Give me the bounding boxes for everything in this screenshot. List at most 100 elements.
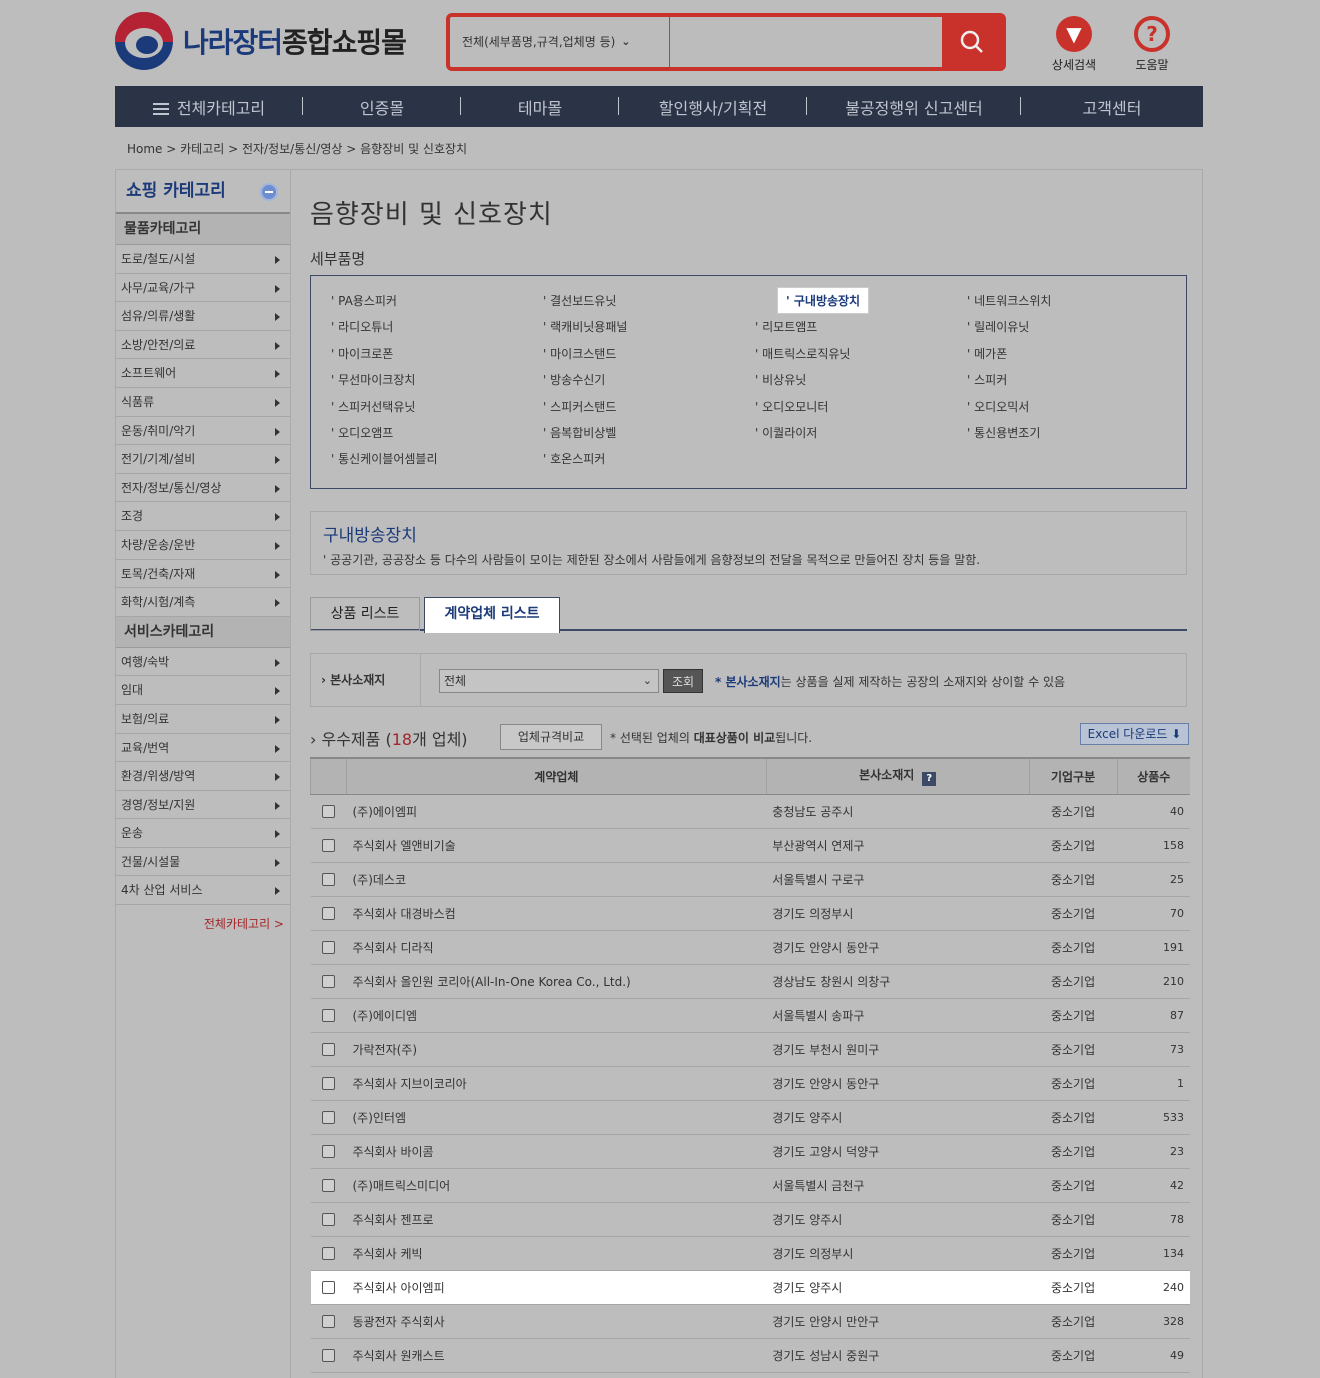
sidebar-item[interactable]: 소프트웨어 <box>116 359 290 388</box>
subcat-link[interactable]: ' 결선보드유닛 <box>543 292 616 309</box>
subcat-link[interactable]: ' 음복합비상벨 <box>543 424 616 441</box>
vendor-name[interactable]: 주식회사 케빅 <box>346 1236 767 1271</box>
sidebar-item[interactable]: 도로/철도/시설 <box>116 245 290 274</box>
all-categories-link[interactable]: 전체카테고리 > <box>116 915 290 932</box>
subcat-link[interactable]: ' 오디오앰프 <box>331 424 393 441</box>
sidebar-item[interactable]: 교육/번역 <box>116 734 290 763</box>
vendor-name[interactable]: 주식회사 지브이코리아 <box>346 1066 767 1101</box>
sidebar-item[interactable]: 4차 산업 서비스 <box>116 876 290 906</box>
nav-all-categories[interactable]: 전체카테고리 <box>115 95 303 119</box>
subcat-link[interactable]: ' 오디오모니터 <box>755 398 828 415</box>
row-checkbox[interactable] <box>321 1043 335 1056</box>
row-checkbox[interactable] <box>321 1111 335 1124</box>
lookup-button[interactable]: 조회 <box>663 669 703 693</box>
row-checkbox[interactable] <box>321 1281 335 1294</box>
help-button[interactable]: ? 도움말 <box>1122 16 1182 73</box>
sidebar-item[interactable]: 임대 <box>116 676 290 705</box>
subcat-link[interactable]: ' 메가폰 <box>967 345 1007 362</box>
subcat-link[interactable]: ' PA용스피커 <box>331 292 397 309</box>
vendor-name[interactable]: 주식회사 대경바스컴 <box>346 896 767 931</box>
subcat-link[interactable]: ' 마이크로폰 <box>331 345 393 362</box>
vendor-name[interactable]: 주식회사 바이콤 <box>346 1134 767 1169</box>
nav-theme-mall[interactable]: 테마몰 <box>461 95 619 119</box>
collapse-icon[interactable] <box>260 183 278 201</box>
sidebar-item[interactable]: 전자/정보/통신/영상 <box>116 474 290 503</box>
search-input[interactable] <box>670 17 942 67</box>
tab-product-list[interactable]: 상품 리스트 <box>310 597 420 631</box>
subcat-link[interactable]: ' 스피커 <box>967 371 1007 388</box>
sidebar-item[interactable]: 섬유/의류/생활 <box>116 302 290 331</box>
vendor-name[interactable]: 주식회사 원캐스트 <box>346 1338 767 1373</box>
vendor-name[interactable]: (주)매트릭스미디어 <box>346 1168 767 1203</box>
nav-customer-center[interactable]: 고객센터 <box>1021 95 1203 119</box>
sidebar-item[interactable]: 소방/안전/의료 <box>116 331 290 360</box>
subcat-link[interactable]: ' 이퀄라이저 <box>755 424 817 441</box>
row-checkbox[interactable] <box>321 1213 335 1226</box>
subcat-link[interactable]: ' 통신용변조기 <box>967 424 1040 441</box>
subcat-link[interactable]: ' 매트릭스로직유닛 <box>755 345 850 362</box>
subcat-link[interactable]: ' 스피커스탠드 <box>543 398 616 415</box>
vendor-name[interactable]: 주식회사 엘앤비기술 <box>346 828 767 863</box>
sidebar-item[interactable]: 운동/취미/악기 <box>116 417 290 446</box>
search-button[interactable] <box>942 17 1002 67</box>
compare-specs-button[interactable]: 업체규격비교 <box>500 724 602 750</box>
vendor-name[interactable]: (주)데스코 <box>346 862 767 897</box>
help-icon[interactable]: ? <box>922 772 937 787</box>
sidebar-item[interactable]: 사무/교육/가구 <box>116 274 290 303</box>
subcat-link[interactable]: ' 통신케이블어셈블리 <box>331 450 438 467</box>
row-checkbox[interactable] <box>321 1315 335 1328</box>
sidebar-item[interactable]: 조경 <box>116 502 290 531</box>
sidebar-item[interactable]: 토목/건축/자재 <box>116 560 290 589</box>
row-checkbox[interactable] <box>321 1077 335 1090</box>
nav-discount-events[interactable]: 할인행사/기획전 <box>619 95 807 119</box>
row-checkbox[interactable] <box>321 975 335 988</box>
vendor-name[interactable]: 주식회사 디라직 <box>346 930 767 965</box>
vendor-name[interactable]: (주)인터엠 <box>346 1100 767 1135</box>
sidebar-item[interactable]: 환경/위생/방역 <box>116 762 290 791</box>
subcat-link[interactable]: ' 방송수신기 <box>543 371 605 388</box>
row-checkbox[interactable] <box>321 805 335 818</box>
subcat-link[interactable]: ' 랙캐비닛용패널 <box>543 318 627 335</box>
subcat-link[interactable]: ' 라디오튜너 <box>331 318 393 335</box>
row-checkbox[interactable] <box>321 941 335 954</box>
vendor-name[interactable]: (주)에이엠피 <box>346 794 767 829</box>
subcat-link[interactable]: ' 비상유닛 <box>755 371 806 388</box>
subcat-link[interactable]: ' 네트워크스위치 <box>967 292 1051 309</box>
sidebar-item[interactable]: 경영/정보/지원 <box>116 791 290 820</box>
sidebar-item[interactable]: 건물/시설물 <box>116 848 290 877</box>
subcat-link[interactable]: ' 오디오믹서 <box>967 398 1029 415</box>
row-checkbox[interactable] <box>321 1145 335 1158</box>
sidebar-item[interactable]: 식품류 <box>116 388 290 417</box>
vendor-name[interactable]: 동광전자 주식회사 <box>346 1304 767 1339</box>
row-checkbox[interactable] <box>321 839 335 852</box>
subcat-link[interactable]: ' 마이크스탠드 <box>543 345 616 362</box>
excel-download-button[interactable]: Excel 다운로드 ⬇ <box>1080 723 1189 745</box>
sidebar-item[interactable]: 운송 <box>116 819 290 848</box>
vendor-name[interactable]: 가락전자(주) <box>346 1032 767 1067</box>
row-checkbox[interactable] <box>321 1349 335 1362</box>
search-scope-select[interactable]: 전체(세부품명,규격,업체명 등) ⌄ <box>450 17 670 67</box>
nav-certified-mall[interactable]: 인증몰 <box>303 95 461 119</box>
row-checkbox[interactable] <box>321 907 335 920</box>
vendor-name[interactable]: (주)에이디엠 <box>346 998 767 1033</box>
subcat-link[interactable]: ' 무선마이크장치 <box>331 371 415 388</box>
subcat-link[interactable]: ' 리모트앰프 <box>755 318 817 335</box>
subcat-link[interactable]: ' 릴레이유닛 <box>967 318 1029 335</box>
tab-vendor-list[interactable]: 계약업체 리스트 <box>424 597 560 633</box>
row-checkbox[interactable] <box>321 1009 335 1022</box>
location-select[interactable]: 전체 ⌄ <box>439 669 659 693</box>
vendor-name[interactable]: 주식회사 아이엠피 <box>346 1270 767 1305</box>
subcat-link[interactable]: ' 스피커선택유닛 <box>331 398 415 415</box>
subcat-link[interactable]: ' 구내방송장치 <box>777 287 870 314</box>
sidebar-item[interactable]: 여행/숙박 <box>116 648 290 677</box>
row-checkbox[interactable] <box>321 1179 335 1192</box>
nav-unfair-report[interactable]: 불공정행위 신고센터 <box>807 95 1021 119</box>
sidebar-item[interactable]: 보험/의료 <box>116 705 290 734</box>
vendor-name[interactable]: 주식회사 젠프로 <box>346 1202 767 1237</box>
row-checkbox[interactable] <box>321 1247 335 1260</box>
row-checkbox[interactable] <box>321 873 335 886</box>
vendor-name[interactable]: 주식회사 올인원 코리아(All-In-One Korea Co., Ltd.) <box>346 964 767 999</box>
site-logo[interactable]: 나라장터종합쇼핑몰 <box>115 12 407 70</box>
detail-search-button[interactable]: ▼ 상세검색 <box>1044 16 1104 73</box>
subcat-link[interactable]: ' 호온스피커 <box>543 450 605 467</box>
